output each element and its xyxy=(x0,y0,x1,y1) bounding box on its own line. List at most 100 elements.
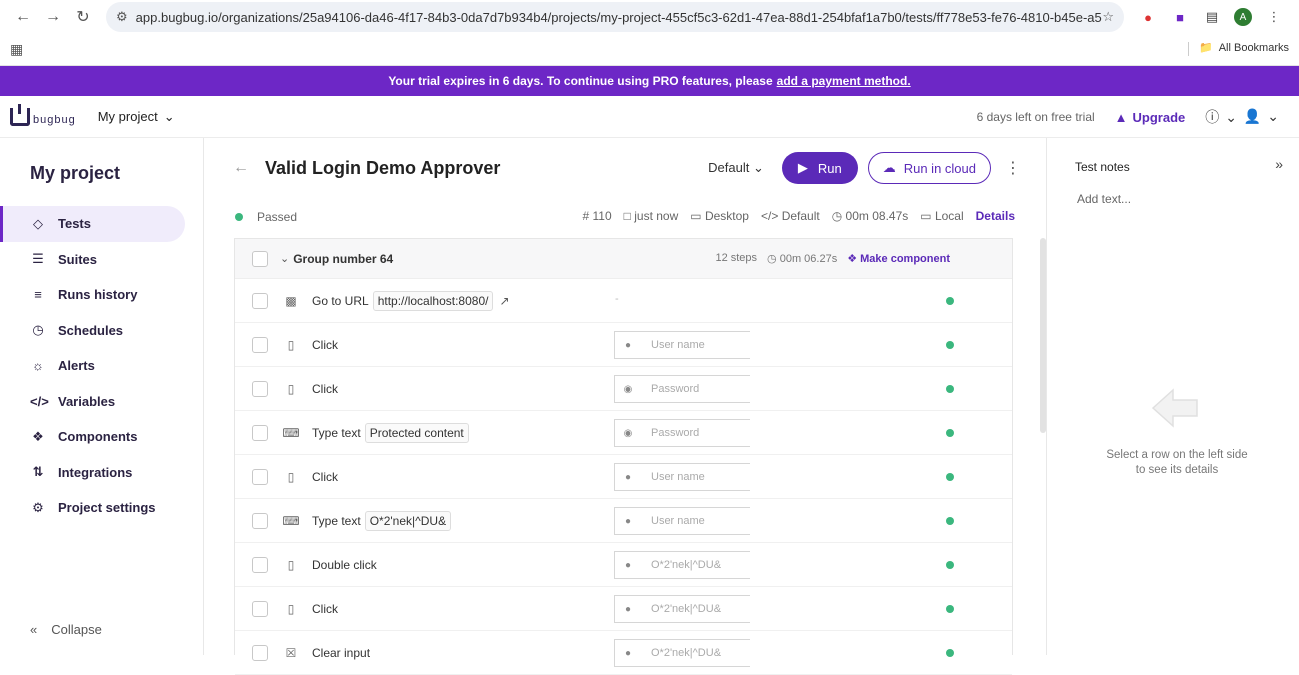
step-checkbox[interactable] xyxy=(252,337,268,353)
collapse-panel-icon[interactable]: » xyxy=(1275,156,1283,172)
element-preview-text: O*2'nek|^DU& xyxy=(651,603,721,615)
more-options-icon[interactable]: ⋮ xyxy=(1005,158,1021,178)
app-header: bugbug My project ⌄ 6 days left on free … xyxy=(0,96,1299,138)
user-icon: ● xyxy=(621,472,635,483)
chevron-down-icon[interactable]: ⌄ xyxy=(280,252,289,265)
step-checkbox[interactable] xyxy=(252,381,268,397)
project-selector[interactable]: My project ⌄ xyxy=(98,109,175,125)
sidebar-item-label: Tests xyxy=(58,216,91,231)
chevron-down-icon: ⌄ xyxy=(1225,109,1237,126)
extensions-area: ● ■ ▤ A ⋮ xyxy=(1138,7,1284,27)
profile-select-label: Default xyxy=(708,160,749,175)
address-bar[interactable]: ⚙ app.bugbug.io/organizations/25a94106-d… xyxy=(106,2,1124,32)
sidebar-item-runs-history[interactable]: ≡ Runs history xyxy=(0,277,185,313)
step-checkbox[interactable] xyxy=(252,557,268,573)
sidebar-project-title: My project xyxy=(30,163,203,184)
profile-select[interactable]: Default ⌄ xyxy=(708,160,764,176)
element-preview: ◉ Password xyxy=(614,419,750,447)
step-checkbox[interactable] xyxy=(252,601,268,617)
step-row[interactable]: ☒ Clear input ● O*2'nek|^DU& xyxy=(235,631,1012,675)
profile-avatar[interactable]: A xyxy=(1234,8,1252,26)
step-row[interactable]: ▯ Click ● O*2'nek|^DU& xyxy=(235,587,1012,631)
step-row[interactable]: ▯ Double click ● O*2'nek|^DU& xyxy=(235,543,1012,587)
element-preview: ● User name xyxy=(614,507,750,535)
star-icon[interactable]: ☆ xyxy=(1102,9,1114,25)
upgrade-button[interactable]: ▲ Upgrade xyxy=(1115,110,1186,125)
sidebar-item-components[interactable]: ❖ Components xyxy=(0,419,185,455)
test-title[interactable]: Valid Login Demo Approver xyxy=(265,158,500,179)
logo-text: bugbug xyxy=(33,114,76,126)
back-arrow-icon[interactable]: ← xyxy=(233,159,249,177)
element-preview-text: Password xyxy=(651,427,699,439)
chevron-down-icon: ⌄ xyxy=(1267,108,1279,125)
run-meta: # 110 □ just now ▭ Desktop </> Default ◷… xyxy=(582,209,1015,223)
step-checkbox[interactable] xyxy=(252,513,268,529)
sidebar-item-label: Alerts xyxy=(58,358,95,373)
sidebar-item-suites[interactable]: ☰ Suites xyxy=(0,242,185,278)
step-checkbox[interactable] xyxy=(252,645,268,661)
run-browser-profile: </> Default xyxy=(761,209,820,223)
run-device: ▭ Desktop xyxy=(690,209,749,223)
element-preview: ◉ Password xyxy=(614,375,750,403)
step-checkbox[interactable] xyxy=(252,293,268,309)
step-row[interactable]: ▯ Click ● User name xyxy=(235,323,1012,367)
element-preview: ● O*2'nek|^DU& xyxy=(614,639,750,667)
details-link[interactable]: Details xyxy=(976,209,1015,223)
group-row[interactable]: ⌄ Group number 64 12 steps ◷ 00m 06.27s … xyxy=(235,239,1012,279)
extension-icon[interactable]: ● xyxy=(1138,7,1158,27)
bell-icon: ☼ xyxy=(30,358,46,373)
step-row[interactable]: ⌨ Type text Protected content ◉ Password xyxy=(235,411,1012,455)
bugbug-logo[interactable]: bugbug xyxy=(10,108,76,126)
sidebar-item-label: Project settings xyxy=(58,500,156,515)
site-info-icon[interactable]: ⚙ xyxy=(116,9,128,25)
apps-icon[interactable]: ▦ xyxy=(10,41,23,58)
collapse-sidebar-button[interactable]: « Collapse xyxy=(30,622,102,637)
code-icon: </> xyxy=(761,209,778,223)
run-in-cloud-button[interactable]: ☁ Run in cloud xyxy=(868,152,991,184)
extension-icon[interactable]: ■ xyxy=(1170,7,1190,27)
sidebar-item-tests[interactable]: ◇ Tests xyxy=(0,206,185,242)
puzzle-icon[interactable]: ▤ xyxy=(1202,7,1222,27)
sidebar-item-integrations[interactable]: ⇅ Integrations xyxy=(0,455,185,491)
run-button[interactable]: ▶ Run xyxy=(782,152,858,184)
group-checkbox[interactable] xyxy=(252,251,268,267)
step-row[interactable]: ⌨ Type text O*2'nek|^DU& ● User name xyxy=(235,499,1012,543)
run-runner-value: Local xyxy=(935,209,964,223)
sidebar-item-project-settings[interactable]: ⚙ Project settings xyxy=(0,490,185,526)
user-menu[interactable]: 👤 ⌄ xyxy=(1244,108,1279,125)
step-checkbox[interactable] xyxy=(252,425,268,441)
step-type: Click xyxy=(312,382,338,396)
element-preview-text: O*2'nek|^DU& xyxy=(651,647,721,659)
double-click-icon: ▯ xyxy=(282,558,300,572)
eye-off-icon: ◉ xyxy=(621,384,635,395)
back-icon[interactable]: ← xyxy=(8,2,38,32)
all-bookmarks-button[interactable]: 📁 All Bookmarks xyxy=(1199,41,1289,54)
step-row[interactable]: ▯ Click ◉ Password xyxy=(235,367,1012,411)
header-right: 6 days left on free trial ▲ Upgrade ⓘ ⌄ xyxy=(977,96,1237,138)
run-meta-row: Passed # 110 □ just now ▭ Desktop </> De… xyxy=(205,198,1041,236)
bookmarks-divider xyxy=(1188,42,1189,56)
notes-input[interactable]: Add text... xyxy=(1077,192,1299,206)
add-payment-link[interactable]: add a payment method. xyxy=(777,74,911,88)
step-value: http://localhost:8080/ xyxy=(373,291,494,311)
clock-icon: ◷ xyxy=(767,253,777,265)
step-checkbox[interactable] xyxy=(252,469,268,485)
step-row[interactable]: ▯ Click ● User name xyxy=(235,455,1012,499)
browser-menu-icon[interactable]: ⋮ xyxy=(1264,7,1284,27)
mouse-icon: ▯ xyxy=(282,602,300,616)
upgrade-label: Upgrade xyxy=(1133,110,1186,125)
make-component-button[interactable]: ❖ Make component xyxy=(847,252,950,265)
external-link-icon[interactable]: ↗ xyxy=(499,294,509,308)
sidebar-item-label: Integrations xyxy=(58,465,132,480)
forward-icon[interactable]: → xyxy=(38,2,68,32)
step-type: Go to URL xyxy=(312,294,369,308)
step-row[interactable]: ▩ Go to URL http://localhost:8080/ ↗ - xyxy=(235,279,1012,323)
help-menu[interactable]: ⓘ ⌄ xyxy=(1205,107,1237,127)
sidebar-item-schedules[interactable]: ◷ Schedules xyxy=(0,313,185,349)
mouse-icon: ▯ xyxy=(282,470,300,484)
element-preview-text: User name xyxy=(651,471,705,483)
sidebar-item-variables[interactable]: </> Variables xyxy=(0,384,185,420)
step-status-dot xyxy=(946,605,954,613)
reload-icon[interactable]: ↻ xyxy=(68,2,98,32)
sidebar-item-alerts[interactable]: ☼ Alerts xyxy=(0,348,185,384)
